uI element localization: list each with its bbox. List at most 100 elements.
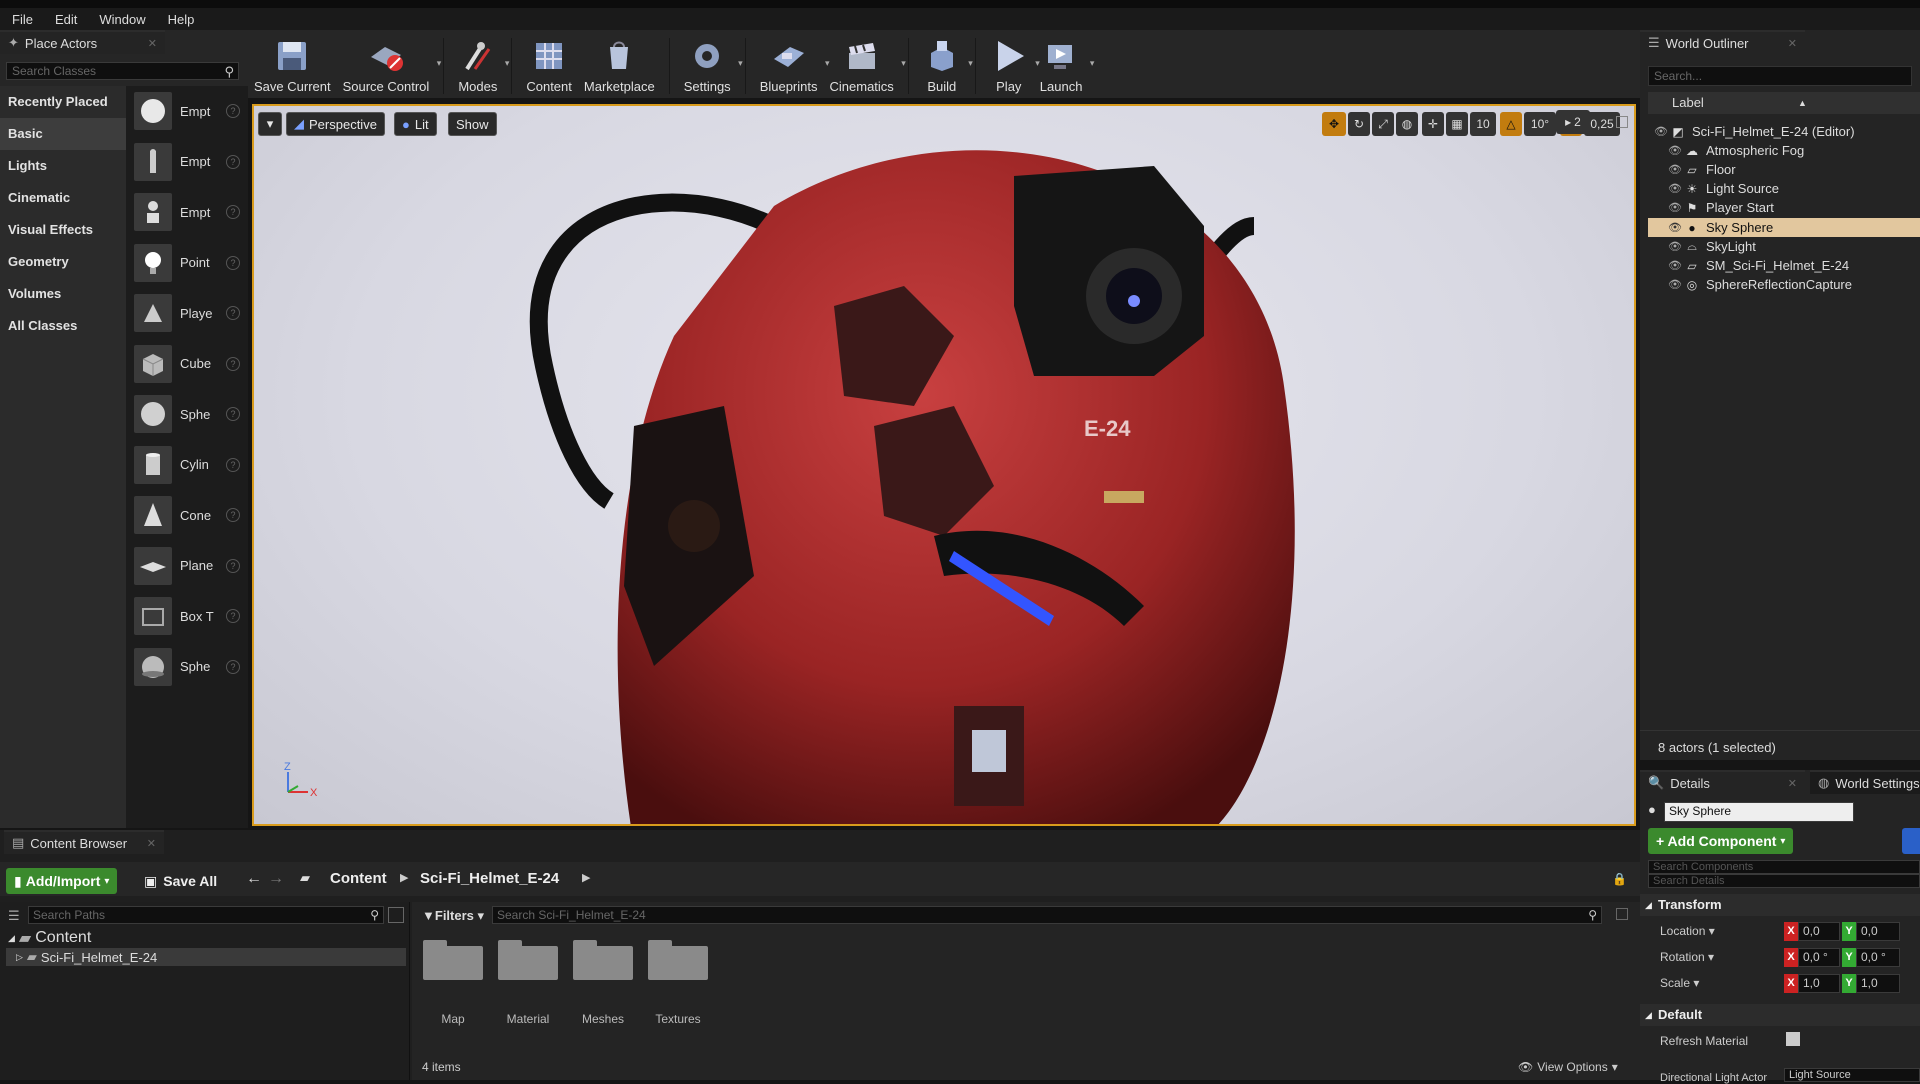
close-icon[interactable]: ✕ <box>148 37 157 50</box>
close-icon[interactable]: ✕ <box>1788 37 1797 50</box>
actor-item[interactable]: Cube? <box>126 339 248 390</box>
refresh-material-checkbox[interactable] <box>1786 1032 1800 1046</box>
chevron-down-icon[interactable]: ▾ <box>437 58 442 69</box>
scale-tool-icon[interactable]: ⤢ <box>1372 112 1394 136</box>
eye-icon[interactable]: 👁 <box>1654 125 1670 138</box>
help-icon[interactable]: ? <box>226 205 240 220</box>
rotation-snap-value[interactable]: 10° <box>1524 112 1556 136</box>
forward-arrow-icon[interactable]: → <box>268 870 284 888</box>
lock-icon[interactable]: 🔒 <box>1612 872 1627 886</box>
help-icon[interactable]: ? <box>226 609 240 624</box>
category-geometry[interactable]: Geometry <box>0 246 126 278</box>
tab-world-outliner[interactable]: ☰ World Outliner ✕ <box>1640 30 1805 54</box>
transform-section-header[interactable]: ◢ Transform <box>1640 894 1920 916</box>
breadcrumb-content[interactable]: Content <box>330 870 387 887</box>
history-icon[interactable] <box>1616 908 1628 920</box>
eye-icon[interactable]: 👁 <box>1668 221 1684 234</box>
path-view-options-icon[interactable] <box>388 907 404 923</box>
view-options-button[interactable]: 👁 View Options ▾ <box>1518 1060 1618 1074</box>
folder-material[interactable] <box>498 940 558 980</box>
surface-snap-icon[interactable]: ✛ <box>1422 112 1444 136</box>
outliner-row-selected[interactable]: 👁 ● Sky Sphere <box>1648 218 1920 237</box>
source-control-button[interactable]: Source Control ▾ <box>337 32 441 94</box>
menu-edit[interactable]: Edit <box>55 12 77 27</box>
outliner-row[interactable]: 👁 ▱ Floor <box>1648 160 1920 179</box>
folder-textures[interactable] <box>648 940 708 980</box>
filters-button[interactable]: ▼Filters ▾ <box>422 908 484 924</box>
close-icon[interactable]: ✕ <box>1788 777 1797 790</box>
grid-snap-icon[interactable]: ▦ <box>1446 112 1468 136</box>
search-components-input[interactable]: Search Components <box>1648 860 1920 874</box>
eye-icon[interactable]: 👁 <box>1668 144 1684 157</box>
outliner-row[interactable]: 👁 ☁ Atmospheric Fog <box>1648 141 1920 160</box>
marketplace-button[interactable]: Marketplace <box>578 32 661 94</box>
breadcrumb-sci-fi-helmet[interactable]: Sci-Fi_Helmet_E-24 <box>420 870 559 887</box>
grid-snap-value[interactable]: 10 <box>1470 112 1496 136</box>
tree-item-sci-fi-helmet[interactable]: ▷ ▰ Sci-Fi_Helmet_E-24 <box>6 948 406 966</box>
category-lights[interactable]: Lights <box>0 150 126 182</box>
rotation-snap-icon[interactable]: △ <box>1500 112 1522 136</box>
category-all-classes[interactable]: All Classes <box>0 310 126 342</box>
help-icon[interactable]: ? <box>226 558 240 573</box>
show-dropdown[interactable]: Show <box>448 112 497 136</box>
outliner-search-input[interactable]: Search... <box>1648 66 1912 86</box>
tab-content-browser[interactable]: ▤ Content Browser ✕ <box>4 830 164 854</box>
actor-item[interactable]: Sphe? <box>126 642 248 693</box>
rotation-y-field[interactable]: 0,0 ° <box>1856 948 1900 967</box>
translate-tool-icon[interactable]: ✥ <box>1322 112 1346 136</box>
scale-x-field[interactable]: 1,0 <box>1798 974 1840 993</box>
lit-dropdown[interactable]: ● Lit <box>394 112 437 136</box>
tab-details[interactable]: 🔍 Details ✕ <box>1640 770 1805 794</box>
outliner-row[interactable]: 👁 ⌓ SkyLight <box>1648 237 1920 256</box>
help-icon[interactable]: ? <box>226 255 240 270</box>
search-icon[interactable]: ⚲ <box>370 907 379 924</box>
back-arrow-icon[interactable]: ← <box>246 870 262 888</box>
sort-up-icon[interactable]: ▲ <box>1798 92 1807 114</box>
category-recently-placed[interactable]: Recently Placed <box>0 86 126 118</box>
folder-meshes[interactable] <box>573 940 633 980</box>
actor-item[interactable]: Playe? <box>126 288 248 339</box>
camera-speed-button[interactable]: ▸ 2 <box>1556 110 1590 134</box>
rotation-label[interactable]: Rotation ▾ <box>1660 950 1714 964</box>
menu-file[interactable]: File <box>12 12 33 27</box>
menu-help[interactable]: Help <box>168 12 195 27</box>
tab-place-actors[interactable]: ✦ Place Actors ✕ <box>0 30 165 54</box>
tab-world-settings[interactable]: ◍ World Settings <box>1810 770 1920 794</box>
scale-label[interactable]: Scale ▾ <box>1660 976 1699 990</box>
play-button[interactable]: Play ▾ <box>984 32 1040 94</box>
location-x-field[interactable]: 0,0 <box>1798 922 1840 941</box>
blueprint-button[interactable] <box>1902 828 1920 854</box>
category-basic[interactable]: Basic <box>0 118 126 150</box>
breadcrumb-separator-icon[interactable]: ▶ <box>582 871 590 884</box>
eye-icon[interactable]: 👁 <box>1668 240 1684 253</box>
rotation-x-field[interactable]: 0,0 ° <box>1798 948 1840 967</box>
eye-icon[interactable]: 👁 <box>1668 182 1684 195</box>
viewport-options-dropdown[interactable]: ▾ <box>258 112 282 136</box>
location-y-field[interactable]: 0,0 <box>1856 922 1900 941</box>
help-icon[interactable]: ? <box>226 356 240 371</box>
actor-item[interactable]: Empt? <box>126 187 248 238</box>
actor-item[interactable]: Point? <box>126 238 248 289</box>
actor-item[interactable]: Cone? <box>126 490 248 541</box>
actor-item[interactable]: Empt? <box>126 86 248 137</box>
content-button[interactable]: Content <box>520 32 578 94</box>
actor-name-field[interactable]: Sky Sphere <box>1664 802 1854 822</box>
tree-item-content[interactable]: ◢ ▰ Content <box>8 928 91 948</box>
actor-item[interactable]: Plane? <box>126 541 248 592</box>
help-icon[interactable]: ? <box>226 659 240 674</box>
search-icon[interactable]: ⚲ <box>224 64 234 80</box>
chevron-down-icon[interactable]: ▾ <box>505 58 510 69</box>
search-details-input[interactable]: Search Details <box>1648 874 1920 888</box>
build-button[interactable]: Build ▾ <box>917 32 973 94</box>
perspective-dropdown[interactable]: ◢ Perspective <box>286 112 385 136</box>
launch-button[interactable]: Launch ▾ <box>1034 32 1094 94</box>
blueprints-button[interactable]: Blueprints ▾ <box>754 32 830 94</box>
modes-button[interactable]: Modes ▾ <box>452 32 509 94</box>
category-visual-effects[interactable]: Visual Effects <box>0 214 126 246</box>
add-import-button[interactable]: ▮ Add/Import ▾ <box>6 868 118 894</box>
cinematics-button[interactable]: Cinematics ▾ <box>824 32 906 94</box>
actor-item[interactable]: Empt? <box>126 137 248 188</box>
settings-button[interactable]: Settings ▾ <box>678 32 743 94</box>
help-icon[interactable]: ? <box>226 457 240 472</box>
close-icon[interactable]: ✕ <box>147 837 156 850</box>
